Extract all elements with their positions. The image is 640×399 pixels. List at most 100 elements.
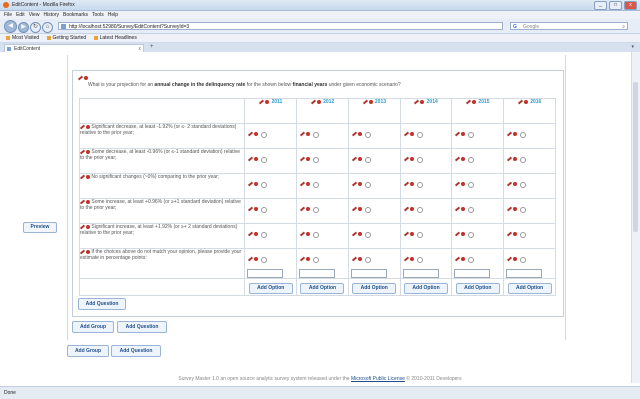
delete-year-icon[interactable] <box>523 99 528 104</box>
new-tab-icon[interactable]: + <box>150 44 154 50</box>
menu-edit[interactable]: Edit <box>16 12 25 18</box>
bookmark-getting-started[interactable]: Getting Started <box>46 35 86 41</box>
edit-cell-icon[interactable] <box>300 206 306 212</box>
answer-radio[interactable] <box>520 182 527 188</box>
delete-cell-icon[interactable] <box>357 132 362 136</box>
delete-cell-icon[interactable] <box>409 257 414 261</box>
maximize-button[interactable]: □ <box>609 1 622 10</box>
answer-radio[interactable] <box>364 132 371 138</box>
edit-year-icon[interactable] <box>517 99 523 105</box>
delete-cell-icon[interactable] <box>513 232 518 236</box>
answer-radio[interactable] <box>416 182 423 188</box>
delete-option-icon[interactable] <box>86 149 90 154</box>
edit-year-icon[interactable] <box>259 99 265 105</box>
delete-cell-icon[interactable] <box>461 157 466 161</box>
edit-cell-icon[interactable] <box>300 181 306 187</box>
answer-radio[interactable] <box>313 182 320 188</box>
edit-option-icon[interactable] <box>79 149 86 155</box>
edit-cell-icon[interactable] <box>455 131 461 137</box>
edit-cell-icon[interactable] <box>403 156 409 162</box>
url-input[interactable]: http://localhost:52980/Survey/EditConten… <box>58 22 503 30</box>
edit-cell-icon[interactable] <box>403 206 409 212</box>
delete-year-icon[interactable] <box>420 99 425 104</box>
answer-radio[interactable] <box>520 132 527 138</box>
answer-radio[interactable] <box>468 157 475 163</box>
home-icon[interactable]: ⌂ <box>42 22 53 33</box>
delete-question-icon[interactable] <box>84 75 88 80</box>
edit-cell-icon[interactable] <box>248 231 254 237</box>
edit-cell-icon[interactable] <box>351 231 357 237</box>
delete-option-icon[interactable] <box>86 174 90 179</box>
edit-cell-icon[interactable] <box>351 181 357 187</box>
add-option-button[interactable]: Add Option <box>404 283 449 294</box>
bookmark-latest-headlines[interactable]: Latest Headlines <box>93 35 137 41</box>
delete-cell-icon[interactable] <box>306 182 311 186</box>
edit-cell-icon[interactable] <box>455 181 461 187</box>
tab-editcontent[interactable]: EditContent x <box>4 44 144 52</box>
edit-cell-icon[interactable] <box>455 206 461 212</box>
edit-cell-icon[interactable] <box>248 181 254 187</box>
estimate-input[interactable] <box>402 269 439 278</box>
add-question-button[interactable]: Add Question <box>111 345 161 357</box>
edit-cell-icon[interactable] <box>351 206 357 212</box>
delete-cell-icon[interactable] <box>513 132 518 136</box>
edit-cell-icon[interactable] <box>455 156 461 162</box>
estimate-input[interactable] <box>350 269 387 278</box>
delete-cell-icon[interactable] <box>357 207 362 211</box>
edit-cell-icon[interactable] <box>403 256 409 262</box>
answer-radio[interactable] <box>261 207 268 213</box>
answer-radio[interactable] <box>416 207 423 213</box>
delete-cell-icon[interactable] <box>461 182 466 186</box>
delete-cell-icon[interactable] <box>513 207 518 211</box>
answer-radio[interactable] <box>468 257 475 263</box>
minimize-button[interactable]: _ <box>594 1 607 10</box>
menu-view[interactable]: View <box>29 12 40 18</box>
delete-option-icon[interactable] <box>86 224 90 229</box>
answer-radio[interactable] <box>416 257 423 263</box>
delete-cell-icon[interactable] <box>357 157 362 161</box>
answer-radio[interactable] <box>261 157 268 163</box>
tab-list-icon[interactable]: ▾ <box>631 44 634 50</box>
add-question-button[interactable]: Add Question <box>117 321 167 333</box>
back-icon[interactable]: ◀ <box>4 20 17 33</box>
preview-button[interactable]: Preview <box>23 222 57 233</box>
license-link[interactable]: Microsoft Public License <box>351 376 405 382</box>
answer-radio[interactable] <box>520 257 527 263</box>
answer-radio[interactable] <box>313 132 320 138</box>
menu-history[interactable]: History <box>43 12 59 18</box>
delete-cell-icon[interactable] <box>461 257 466 261</box>
bookmark-most-visited[interactable]: Most Visited <box>6 35 39 41</box>
edit-cell-icon[interactable] <box>507 181 513 187</box>
edit-cell-icon[interactable] <box>507 231 513 237</box>
edit-option-icon[interactable] <box>79 224 86 230</box>
estimate-input[interactable] <box>506 269 543 278</box>
estimate-input[interactable] <box>299 269 336 278</box>
delete-year-icon[interactable] <box>368 99 373 104</box>
edit-cell-icon[interactable] <box>351 156 357 162</box>
answer-radio[interactable] <box>261 232 268 238</box>
delete-cell-icon[interactable] <box>306 157 311 161</box>
delete-cell-icon[interactable] <box>357 257 362 261</box>
edit-cell-icon[interactable] <box>403 181 409 187</box>
answer-radio[interactable] <box>313 257 320 263</box>
estimate-input[interactable] <box>454 269 491 278</box>
delete-cell-icon[interactable] <box>513 182 518 186</box>
estimate-input[interactable] <box>247 269 284 278</box>
edit-year-icon[interactable] <box>362 99 368 105</box>
answer-radio[interactable] <box>364 157 371 163</box>
add-option-button[interactable]: Add Option <box>455 283 500 294</box>
edit-question-icon[interactable] <box>77 75 84 81</box>
delete-option-icon[interactable] <box>86 124 90 129</box>
answer-radio[interactable] <box>364 182 371 188</box>
delete-option-icon[interactable] <box>86 199 90 204</box>
close-window-button[interactable]: x <box>624 1 637 10</box>
edit-year-icon[interactable] <box>310 99 316 105</box>
edit-cell-icon[interactable] <box>300 131 306 137</box>
delete-cell-icon[interactable] <box>357 232 362 236</box>
edit-cell-icon[interactable] <box>507 206 513 212</box>
edit-cell-icon[interactable] <box>455 231 461 237</box>
delete-cell-icon[interactable] <box>461 207 466 211</box>
delete-cell-icon[interactable] <box>254 157 259 161</box>
edit-cell-icon[interactable] <box>300 256 306 262</box>
scrollbar-thumb[interactable] <box>633 82 638 232</box>
